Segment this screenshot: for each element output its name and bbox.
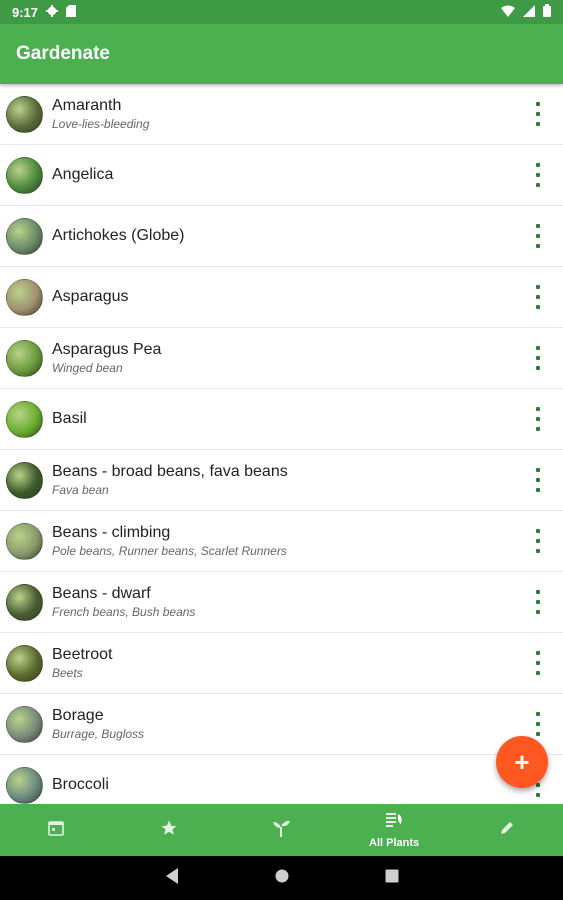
- pencil-icon: [499, 820, 515, 841]
- plant-name: Amaranth: [52, 97, 122, 114]
- app-title: Gardenate: [16, 43, 110, 64]
- list-item[interactable]: Broccoli: [0, 755, 563, 804]
- list-item[interactable]: Beetroot Beets: [0, 633, 563, 694]
- list-item[interactable]: Basil: [0, 389, 563, 450]
- plant-subtitle: French beans, Bush beans: [52, 605, 196, 619]
- plant-subtitle: Burrage, Bugloss: [52, 727, 145, 741]
- more-vert-icon[interactable]: [531, 590, 545, 614]
- more-vert-icon[interactable]: [531, 224, 545, 248]
- signal-icon: [523, 4, 535, 20]
- plant-subtitle: Winged bean: [52, 361, 123, 375]
- star-icon: [160, 819, 178, 842]
- nav-favorites[interactable]: [113, 804, 226, 856]
- more-vert-icon[interactable]: [531, 468, 545, 492]
- list-item[interactable]: Borage Burrage, Bugloss: [0, 694, 563, 755]
- more-vert-icon[interactable]: [531, 529, 545, 553]
- plant-thumbnail: [6, 217, 43, 255]
- list-item[interactable]: Beans - climbing Pole beans, Runner bean…: [0, 511, 563, 572]
- plant-subtitle: Fava bean: [52, 483, 109, 497]
- more-vert-icon[interactable]: [531, 712, 545, 736]
- nav-all-plants[interactable]: All Plants: [338, 804, 451, 856]
- plant-name: Beans - broad beans, fava beans: [52, 463, 288, 480]
- more-vert-icon[interactable]: [531, 407, 545, 431]
- wifi-icon: [501, 5, 515, 20]
- plant-name: Borage: [52, 707, 104, 724]
- plant-name: Broccoli: [52, 776, 109, 793]
- plant-subtitle: Love-lies-bleeding: [52, 117, 150, 131]
- status-bar: 9:17: [0, 0, 563, 24]
- plant-name: Asparagus Pea: [52, 341, 162, 358]
- more-vert-icon[interactable]: [531, 651, 545, 675]
- list-item[interactable]: Beans - dwarf French beans, Bush beans: [0, 572, 563, 633]
- nav-my-garden[interactable]: [225, 804, 338, 856]
- battery-icon: [543, 4, 551, 20]
- back-icon[interactable]: [165, 867, 179, 889]
- plant-thumbnail: [6, 461, 43, 499]
- nav-all-plants-label: All Plants: [369, 836, 420, 849]
- calendar-icon: [47, 819, 65, 842]
- plant-name: Beans - dwarf: [52, 585, 151, 602]
- plant-thumbnail: [6, 156, 43, 194]
- plant-thumbnail: [6, 705, 43, 743]
- nav-edit[interactable]: [450, 804, 563, 856]
- more-vert-icon[interactable]: [531, 285, 545, 309]
- plant-thumbnail: [6, 400, 43, 438]
- nav-calendar[interactable]: [0, 804, 113, 856]
- plant-list[interactable]: Amaranth Love-lies-bleeding Angelica Art…: [0, 84, 563, 804]
- list-item[interactable]: Artichokes (Globe): [0, 206, 563, 267]
- gear-icon: [46, 4, 59, 20]
- plant-name: Asparagus: [52, 288, 129, 305]
- sd-card-icon: [66, 4, 77, 20]
- plant-name: Beans - climbing: [52, 524, 171, 541]
- notes-icon: [384, 812, 404, 835]
- plant-name: Angelica: [52, 166, 114, 183]
- list-item[interactable]: Asparagus Pea Winged bean: [0, 328, 563, 389]
- plus-icon: +: [514, 746, 530, 777]
- plant-thumbnail: [6, 95, 43, 133]
- recents-icon[interactable]: [385, 869, 399, 888]
- list-item[interactable]: Amaranth Love-lies-bleeding: [0, 84, 563, 145]
- more-vert-icon[interactable]: [531, 346, 545, 370]
- plant-name: Basil: [52, 410, 87, 427]
- list-item[interactable]: Angelica: [0, 145, 563, 206]
- more-vert-icon[interactable]: [531, 163, 545, 187]
- sprout-icon: [271, 819, 291, 842]
- plant-thumbnail: [6, 644, 43, 682]
- list-item[interactable]: Beans - broad beans, fava beans Fava bea…: [0, 450, 563, 511]
- clock: 9:17: [12, 4, 39, 20]
- plant-thumbnail: [6, 522, 43, 560]
- list-item[interactable]: Asparagus: [0, 267, 563, 328]
- system-navigation: [0, 856, 563, 900]
- add-plant-button[interactable]: +: [496, 736, 548, 788]
- more-vert-icon[interactable]: [531, 102, 545, 126]
- plant-subtitle: Pole beans, Runner beans, Scarlet Runner…: [52, 544, 287, 558]
- home-icon[interactable]: [275, 869, 289, 888]
- plant-subtitle: Beets: [52, 666, 83, 680]
- bottom-navigation: All Plants: [0, 804, 563, 856]
- plant-thumbnail: [6, 766, 43, 804]
- app-bar: Gardenate: [0, 24, 563, 84]
- plant-thumbnail: [6, 339, 43, 377]
- plant-thumbnail: [6, 278, 43, 316]
- plant-name: Beetroot: [52, 646, 113, 663]
- plant-thumbnail: [6, 583, 43, 621]
- plant-name: Artichokes (Globe): [52, 227, 185, 244]
